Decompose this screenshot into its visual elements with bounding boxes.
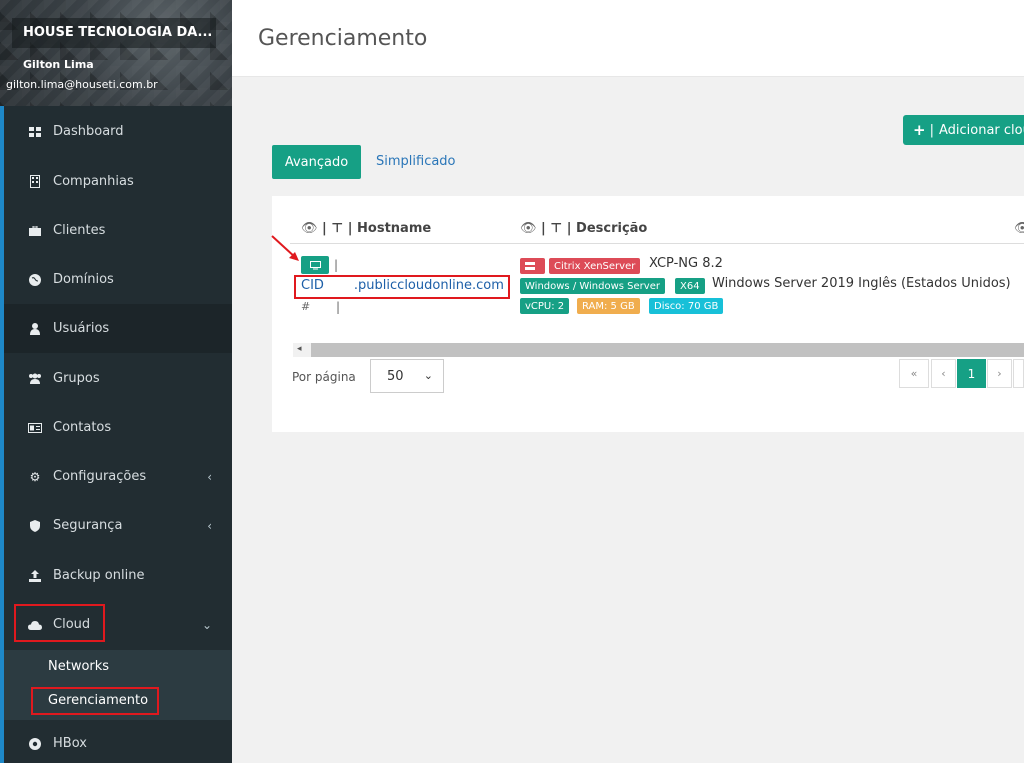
cloud-highlight <box>14 604 105 642</box>
globe-icon <box>28 273 42 287</box>
sidebar-item-label: HBox <box>53 736 87 751</box>
chevron-left-icon: ‹ <box>207 469 212 484</box>
table-header-divider <box>290 243 1024 244</box>
monitor-icon <box>309 260 321 269</box>
badge-arch: X64 <box>675 278 705 294</box>
gear-icon: ⚙ <box>29 469 41 484</box>
page-first-button[interactable]: « <box>899 359 929 388</box>
server-icon-badge <box>520 258 545 274</box>
separator: | <box>336 300 341 314</box>
sidebar-item-configuracoes[interactable]: ⚙ Configurações ‹ <box>4 452 232 501</box>
sidebar-item-dominios[interactable]: Domínios <box>4 255 232 304</box>
user-icon <box>28 322 42 336</box>
per-page-value: 50 <box>387 368 404 384</box>
sidebar-item-usuarios[interactable]: Usuários <box>4 304 232 353</box>
badge-disk: Disco: 70 GB <box>649 298 724 314</box>
sidebar-item-label: Grupos <box>53 371 100 386</box>
add-cloud-button[interactable]: + | Adicionar clou <box>903 115 1024 145</box>
annotation-arrow-icon <box>271 235 299 261</box>
scrollbar-thumb[interactable] <box>311 343 1024 357</box>
sidebar-item-label: Contatos <box>53 420 112 435</box>
sidebar-item-companhias[interactable]: Companhias <box>4 157 232 206</box>
page-title: Gerenciamento <box>258 26 428 51</box>
sidebar-item-hbox[interactable]: HBox <box>4 719 232 763</box>
chevron-down-icon: ⌄ <box>423 369 433 382</box>
sidebar-item-label: Companhias <box>53 174 134 189</box>
chevron-down-icon: ⌄ <box>201 617 212 632</box>
header-descricao[interactable]: 👁 | ⊤ | Descrição <box>520 221 647 236</box>
address-card-icon <box>28 421 42 435</box>
sidebar-item-backup-online[interactable]: Backup online <box>4 551 232 600</box>
sidebar-item-label: Segurança <box>53 518 123 533</box>
separator: | <box>929 122 934 138</box>
page-last-button[interactable] <box>1013 359 1024 388</box>
badge-vcpu: vCPU: 2 <box>520 298 570 314</box>
building-icon <box>28 175 42 189</box>
hostname-highlight <box>294 275 510 299</box>
scroll-left-icon[interactable]: ◂ <box>297 344 302 354</box>
tab-simplified[interactable]: Simplificado <box>376 154 456 169</box>
filter-icon[interactable]: ⊤ <box>331 221 343 236</box>
sidebar-item-label: Usuários <box>53 321 110 336</box>
per-page-label: Por página <box>292 370 356 384</box>
sidebar-item-label: Domínios <box>53 272 114 287</box>
page-prev-button[interactable]: ‹ <box>931 359 956 388</box>
upload-icon <box>28 569 42 583</box>
sidebar-item-label: Backup online <box>53 568 145 583</box>
dashboard-icon <box>28 125 42 139</box>
server-icon <box>525 262 535 270</box>
badge-ram: RAM: 5 GB <box>577 298 640 314</box>
page-current-button[interactable]: 1 <box>957 359 986 388</box>
per-page-select[interactable]: 50 ⌄ <box>370 359 444 393</box>
plus-icon: + <box>913 121 926 139</box>
header-extra-eye-icon[interactable]: 👁 <box>1014 221 1024 236</box>
add-cloud-label: Adicionar clou <box>938 122 1024 138</box>
sidebar-item-label: Clientes <box>53 223 106 238</box>
separator: | <box>334 258 339 272</box>
column-label: Descrição <box>576 221 648 236</box>
company-name[interactable]: HOUSE TECNOLOGIA DA... <box>12 18 216 48</box>
sidebar-item-clientes[interactable]: Clientes <box>4 206 232 255</box>
tab-advanced[interactable]: Avançado <box>272 145 361 179</box>
sidebar-item-label: Dashboard <box>53 124 124 139</box>
page-header: Gerenciamento <box>232 0 1024 77</box>
sidebar: HOUSE TECNOLOGIA DA... Gilton Lima gilto… <box>0 0 232 763</box>
badge-citrix: Citrix XenServer <box>549 258 641 274</box>
column-label: Hostname <box>357 221 432 236</box>
gerenciamento-highlight <box>31 687 159 715</box>
header-hostname[interactable]: 👁 | ⊤ | Hostname <box>301 221 431 236</box>
page-next-button[interactable]: › <box>987 359 1012 388</box>
sidebar-item-dashboard[interactable]: Dashboard <box>4 107 232 156</box>
briefcase-icon <box>28 224 42 238</box>
hbox-icon <box>28 737 42 751</box>
shield-icon <box>28 519 42 533</box>
user-name: Gilton Lima <box>23 58 94 71</box>
sidebar-item-grupos[interactable]: Grupos <box>4 354 232 403</box>
chevron-left-icon: ‹ <box>207 518 212 533</box>
sidebar-item-contatos[interactable]: Contatos <box>4 403 232 452</box>
os-name-text: Windows Server 2019 Inglês (Estados Unid… <box>712 276 1011 291</box>
filter-icon[interactable]: ⊤ <box>550 221 562 236</box>
users-icon <box>28 372 42 386</box>
user-email: gilton.lima@houseti.com.br <box>6 78 158 91</box>
user-panel: HOUSE TECNOLOGIA DA... Gilton Lima gilto… <box>0 0 232 106</box>
eye-icon[interactable]: 👁 <box>520 221 537 236</box>
badge-os: Windows / Windows Server <box>520 278 665 294</box>
platform-text: XCP-NG 8.2 <box>649 256 723 271</box>
horizontal-scrollbar[interactable]: ◂ <box>293 343 1024 357</box>
sidebar-item-seguranca[interactable]: Segurança ‹ <box>4 501 232 550</box>
sidebar-item-label: Configurações <box>53 469 147 484</box>
submenu-networks[interactable]: Networks <box>48 659 109 674</box>
row-hash: # <box>301 300 311 313</box>
